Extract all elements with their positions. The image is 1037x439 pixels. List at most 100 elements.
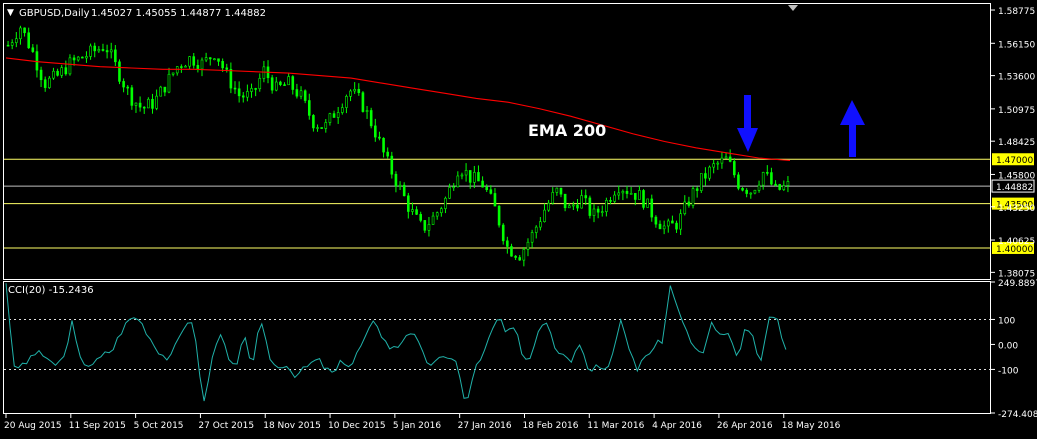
candle <box>52 67 55 80</box>
candle <box>699 173 703 194</box>
trading-chart: ▼ GBPUSD,Daily 1.45027 1.45055 1.44877 1… <box>3 3 1037 431</box>
candle <box>551 187 555 205</box>
candle <box>460 172 464 180</box>
candle <box>477 165 480 182</box>
candle <box>200 57 204 77</box>
candle <box>753 189 757 195</box>
candlestick-series <box>6 25 790 267</box>
candle <box>279 80 282 87</box>
time-tick-label: 26 Apr 2016 <box>717 421 773 431</box>
price-tick-label: 1.48425 <box>998 138 1035 148</box>
candle <box>402 182 406 197</box>
candle <box>588 195 592 219</box>
candle <box>382 137 385 158</box>
candle <box>485 184 489 192</box>
candle <box>171 72 175 77</box>
cci-polyline[interactable] <box>5 283 787 402</box>
cci-line <box>5 283 787 402</box>
candle <box>473 165 476 189</box>
candle <box>283 82 286 86</box>
candle <box>353 82 356 94</box>
candle <box>48 76 51 89</box>
candle <box>675 220 678 233</box>
candle <box>175 66 179 76</box>
candle <box>126 85 130 95</box>
candle <box>332 110 336 118</box>
cci-reference-levels <box>4 319 990 370</box>
candle <box>654 215 658 228</box>
candle <box>737 172 740 191</box>
candle <box>23 27 26 37</box>
candle <box>19 25 22 45</box>
candle <box>155 89 158 111</box>
candle <box>349 89 352 102</box>
candle <box>687 196 691 208</box>
candle <box>407 192 410 219</box>
candle <box>440 206 443 217</box>
candle <box>31 44 35 53</box>
ema-200-line <box>5 57 791 162</box>
candle <box>105 44 109 59</box>
candle <box>151 93 154 114</box>
time-tick-label: 18 Feb 2016 <box>522 421 578 431</box>
candle <box>142 106 146 114</box>
candle <box>114 44 117 67</box>
candle <box>728 149 732 163</box>
candle <box>213 58 216 61</box>
time-tick-label: 5 Jan 2016 <box>393 421 441 431</box>
price-tick-label: 1.56150 <box>998 40 1035 50</box>
candle <box>35 44 39 78</box>
candle <box>732 158 736 178</box>
candle <box>572 201 575 211</box>
candle <box>456 171 460 188</box>
candle <box>621 189 625 201</box>
ema-200-polyline[interactable] <box>5 57 791 162</box>
candle <box>138 96 142 112</box>
candle <box>241 92 245 103</box>
candle <box>101 43 105 52</box>
candle <box>369 107 373 129</box>
candle <box>258 73 262 92</box>
candle <box>411 202 414 215</box>
price-tick-label: 1.43250 <box>998 204 1035 214</box>
candle <box>679 209 682 236</box>
candle <box>617 185 621 200</box>
candle <box>522 247 526 267</box>
candle <box>600 205 604 217</box>
candle <box>374 118 377 142</box>
candle <box>638 185 641 200</box>
candle <box>704 167 707 186</box>
candle <box>340 103 344 115</box>
time-tick-label: 27 Oct 2015 <box>198 421 254 431</box>
candle <box>444 196 447 214</box>
cci-axis: 249.8897 100 0.00 -100 -274.4083 <box>991 279 1037 420</box>
candle <box>596 206 600 219</box>
candle <box>324 119 328 133</box>
candle <box>539 217 542 231</box>
candle <box>489 185 493 195</box>
time-tick-label: 11 Mar 2016 <box>587 421 644 431</box>
candle <box>592 203 596 223</box>
candle <box>576 199 579 212</box>
candle <box>761 171 765 190</box>
candle <box>27 27 30 49</box>
candle <box>625 185 629 199</box>
candle <box>510 243 513 257</box>
time-tick-label: 20 Aug 2015 <box>4 421 62 431</box>
candle <box>419 211 422 223</box>
candle <box>299 86 303 100</box>
candle <box>118 59 121 85</box>
candle <box>629 186 633 195</box>
candle <box>6 40 10 47</box>
candle <box>518 254 522 261</box>
menu-triangle-icon[interactable]: ▼ <box>7 8 14 18</box>
candle <box>81 56 84 59</box>
candle <box>423 220 427 233</box>
candle <box>345 94 348 114</box>
ema-200-label: EMA 200 <box>528 121 606 140</box>
candle <box>196 59 200 73</box>
triangle-marker-icon[interactable] <box>788 5 798 11</box>
candle <box>613 191 616 204</box>
candle <box>493 188 497 207</box>
cci-tick-label: 100 <box>998 316 1015 326</box>
